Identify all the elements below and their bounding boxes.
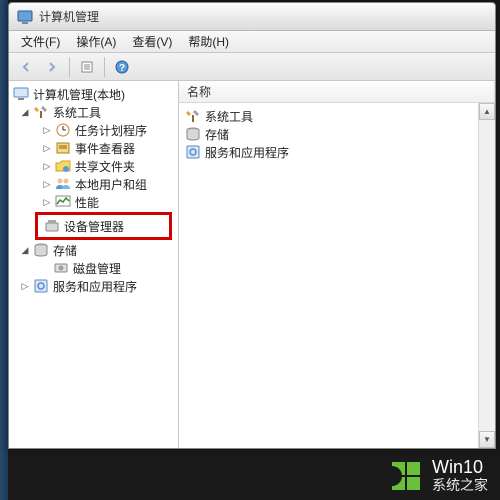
menu-view[interactable]: 查看(V) [124, 31, 180, 52]
properties-button[interactable] [76, 56, 98, 78]
tools-icon [33, 104, 49, 120]
expand-icon[interactable]: ▷ [41, 196, 53, 208]
list-header: 名称 [179, 81, 495, 103]
watermark-line2: 系统之家 [432, 478, 488, 493]
event-icon [55, 140, 71, 156]
tree-services-apps-label: 服务和应用程序 [53, 278, 137, 295]
tools-icon [185, 108, 201, 124]
watermark: Win10 系统之家 [388, 458, 488, 494]
titlebar: 计算机管理 [9, 3, 495, 31]
list-item-label: 系统工具 [205, 108, 253, 125]
toolbar: ? [9, 53, 495, 81]
forward-button [41, 56, 63, 78]
tree-system-tools[interactable]: ◢ 系统工具 [9, 103, 178, 121]
tree-task-scheduler[interactable]: ▷ 任务计划程序 [9, 121, 178, 139]
tree-services-apps[interactable]: ▷ 服务和应用程序 [9, 277, 178, 295]
collapse-icon[interactable]: ◢ [19, 244, 31, 256]
services-icon [185, 144, 201, 160]
scroll-up-button[interactable]: ▲ [479, 103, 495, 120]
list-item-label: 存储 [205, 126, 229, 143]
tree-task-scheduler-label: 任务计划程序 [75, 122, 147, 139]
list-body[interactable]: 系统工具 存储 服务和应用程序 ▲ ▼ [179, 103, 495, 448]
watermark-line1: Win10 [432, 458, 488, 478]
list-panel: 名称 系统工具 存储 服务和应用程序 ▲ ▼ [179, 81, 495, 448]
expand-icon[interactable]: ▷ [41, 178, 53, 190]
tree-disk-mgmt[interactable]: 磁盘管理 [9, 259, 178, 277]
tree-panel[interactable]: 计算机管理(本地) ◢ 系统工具 ▷ 任务计划程序 ▷ 事件查看器 ▷ 共享文件 [9, 81, 179, 448]
collapse-icon[interactable]: ◢ [19, 106, 31, 118]
tree-local-users-label: 本地用户和组 [75, 176, 147, 193]
tree-storage-label: 存储 [53, 242, 77, 259]
expand-icon[interactable]: ▷ [41, 160, 53, 172]
tree-shared-folders-label: 共享文件夹 [75, 158, 135, 175]
win10-logo-icon [388, 458, 424, 494]
tree-system-tools-label: 系统工具 [53, 104, 101, 121]
body-area: 计算机管理(本地) ◢ 系统工具 ▷ 任务计划程序 ▷ 事件查看器 ▷ 共享文件 [9, 81, 495, 448]
list-item[interactable]: 服务和应用程序 [185, 143, 489, 161]
tree-device-manager[interactable]: 设备管理器 [38, 217, 169, 235]
app-icon [17, 9, 33, 25]
users-icon [55, 176, 71, 192]
expand-icon[interactable]: ▷ [41, 142, 53, 154]
computer-management-window: 计算机管理 文件(F) 操作(A) 查看(V) 帮助(H) ? 计算机管理(本地… [8, 2, 496, 449]
tree-storage[interactable]: ◢ 存储 [9, 241, 178, 259]
tree-root-label: 计算机管理(本地) [33, 86, 125, 103]
tree-shared-folders[interactable]: ▷ 共享文件夹 [9, 157, 178, 175]
expand-icon[interactable]: ▷ [19, 280, 31, 292]
tree-device-manager-label: 设备管理器 [64, 218, 124, 235]
disk-icon [53, 260, 69, 276]
storage-icon [185, 126, 201, 142]
menu-help[interactable]: 帮助(H) [180, 31, 237, 52]
device-icon [44, 218, 60, 234]
svg-text:?: ? [119, 63, 125, 74]
services-icon [33, 278, 49, 294]
back-button [15, 56, 37, 78]
vertical-scrollbar[interactable]: ▲ ▼ [478, 103, 495, 448]
computer-icon [13, 86, 29, 102]
tree-disk-mgmt-label: 磁盘管理 [73, 260, 121, 277]
tree-local-users[interactable]: ▷ 本地用户和组 [9, 175, 178, 193]
expand-icon[interactable]: ▷ [41, 124, 53, 136]
list-item-label: 服务和应用程序 [205, 144, 289, 161]
menu-file[interactable]: 文件(F) [13, 31, 68, 52]
tree-performance[interactable]: ▷ 性能 [9, 193, 178, 211]
menu-action[interactable]: 操作(A) [68, 31, 124, 52]
highlight-device-manager: 设备管理器 [35, 212, 172, 240]
list-item[interactable]: 系统工具 [185, 107, 489, 125]
folder-share-icon [55, 158, 71, 174]
scroll-down-button[interactable]: ▼ [479, 431, 495, 448]
performance-icon [55, 194, 71, 210]
tree-event-viewer-label: 事件查看器 [75, 140, 135, 157]
tree-root[interactable]: 计算机管理(本地) [9, 85, 178, 103]
clock-icon [55, 122, 71, 138]
storage-icon [33, 242, 49, 258]
tree-event-viewer[interactable]: ▷ 事件查看器 [9, 139, 178, 157]
help-button[interactable]: ? [111, 56, 133, 78]
column-name[interactable]: 名称 [179, 81, 495, 102]
window-title: 计算机管理 [39, 8, 99, 25]
list-item[interactable]: 存储 [185, 125, 489, 143]
tree-performance-label: 性能 [75, 194, 99, 211]
menubar: 文件(F) 操作(A) 查看(V) 帮助(H) [9, 31, 495, 53]
